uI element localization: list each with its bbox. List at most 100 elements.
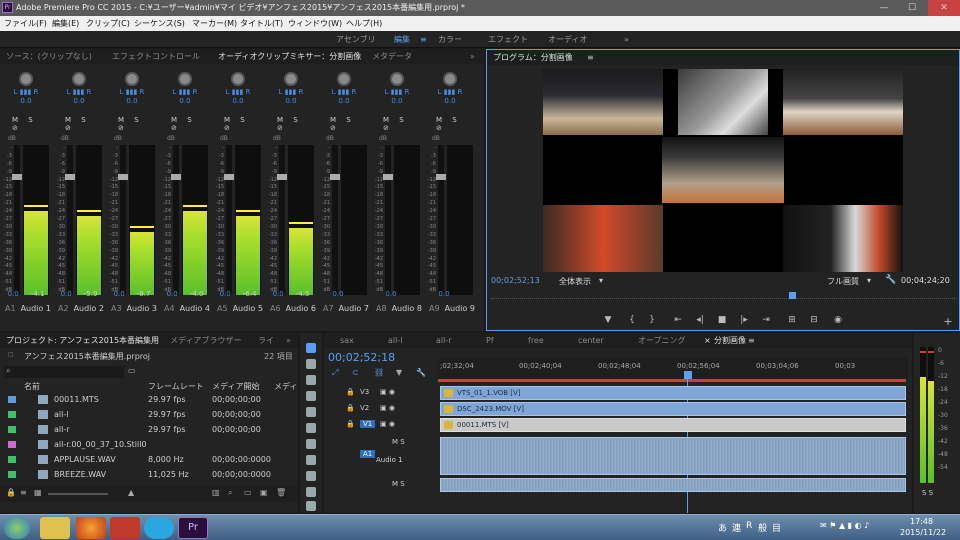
project-list-item[interactable]: all-l 29.97 fps 00;00;00;00 [0, 407, 296, 422]
track-visibility-eye-icon[interactable]: ▣ ◉ [380, 404, 395, 412]
ripple-edit-tool-icon[interactable] [306, 375, 316, 385]
trash-icon[interactable]: 🗑 [276, 488, 286, 497]
automate-icon[interactable]: ▥ [212, 488, 220, 497]
project-list-item[interactable]: APPLAUSE.WAV 8,000 Hz 00;00;00:0000 [0, 452, 296, 467]
quality-dropdown[interactable]: フル画質 [827, 276, 859, 287]
go-to-out-icon[interactable]: ⇥ [759, 315, 773, 325]
project-list-item[interactable]: BREEZE.WAV 11,025 Hz 00;00;00:0000 [0, 467, 296, 482]
mute-solo-buttons[interactable]: M S ⊘ [277, 116, 317, 132]
volume-value[interactable]: 0.0 [318, 290, 370, 298]
pan-value[interactable]: 0.0 [106, 97, 158, 105]
premiere-taskbar-icon[interactable]: Pr [178, 517, 208, 539]
button-editor-plus-icon[interactable]: + [941, 315, 955, 328]
close-button[interactable]: ✕ [928, 0, 960, 16]
volume-fader-handle[interactable] [224, 174, 234, 180]
track-visibility-eye-icon[interactable]: ▣ ◉ [380, 388, 395, 396]
pan-knob[interactable] [72, 72, 86, 86]
app-icon[interactable] [110, 517, 140, 539]
tab-project[interactable]: プロジェクト: アンフェス2015本番編集用 [6, 333, 159, 348]
volume-value[interactable]: 0.0 -4.0 [159, 290, 211, 298]
export-frame-camera-icon[interactable]: ◉ [831, 315, 845, 325]
program-timecode[interactable]: 00;02;52;13 [491, 276, 540, 285]
mute-solo-buttons[interactable]: M S ⊘ [12, 116, 52, 132]
mute-solo-buttons[interactable]: M S ⊘ [383, 116, 423, 132]
slip-tool-icon[interactable] [306, 439, 316, 449]
stop-icon[interactable]: ■ [715, 315, 729, 325]
slide-tool-icon[interactable] [306, 455, 316, 465]
pan-knob[interactable] [284, 72, 298, 86]
rate-stretch-tool-icon[interactable] [306, 407, 316, 417]
volume-fader-track[interactable] [120, 145, 126, 295]
pan-knob[interactable] [231, 72, 245, 86]
rolling-edit-tool-icon[interactable] [306, 391, 316, 401]
clock-date[interactable]: 2015/11/22 [900, 528, 946, 537]
volume-fader-track[interactable] [67, 145, 73, 295]
fit-chevron-down-icon[interactable]: ▾ [599, 276, 603, 285]
skype-icon[interactable] [144, 517, 174, 539]
zoom-tool-icon[interactable] [306, 501, 316, 511]
project-list-item[interactable]: 00011.MTS 29.97 fps 00;00;00;00 [0, 392, 296, 407]
volume-value[interactable]: 0.0 -4.5 [265, 290, 317, 298]
pan-knob[interactable] [337, 72, 351, 86]
new-item-icon[interactable]: ▣ [260, 488, 268, 497]
add-marker-icon[interactable]: ▼ [601, 315, 615, 325]
tray-icons[interactable]: ✉ ⚑ ▲ ▮ ◐ ♪ [820, 521, 869, 530]
pan-knob[interactable] [178, 72, 192, 86]
start-button-icon[interactable] [4, 517, 30, 539]
go-to-in-icon[interactable]: ⇤ [671, 315, 685, 325]
pan-knob[interactable] [390, 72, 404, 86]
track-lock-icon[interactable]: 🔒 [346, 388, 355, 396]
mark-out-icon[interactable]: } [645, 315, 659, 325]
tab-library[interactable]: ライ [258, 333, 274, 348]
column-media[interactable]: メディ [274, 381, 297, 392]
pan-value[interactable]: 0.0 [318, 97, 370, 105]
mute-solo-buttons[interactable]: M S ⊘ [224, 116, 264, 132]
fit-dropdown[interactable]: 全体表示 [559, 276, 591, 287]
firefox-icon[interactable] [76, 517, 106, 539]
wrench-icon[interactable]: 🔧 [885, 275, 896, 285]
column-frame-rate[interactable]: フレームレート [148, 381, 204, 392]
explorer-icon[interactable] [40, 517, 70, 539]
project-search-input[interactable]: ⌕ [4, 366, 124, 378]
volume-fader-track[interactable] [173, 145, 179, 295]
volume-value[interactable]: 0.0 -5.9 [53, 290, 105, 298]
volume-fader-handle[interactable] [12, 174, 22, 180]
volume-fader-track[interactable] [438, 145, 444, 295]
track-lock-icon[interactable]: 🔒 [346, 404, 355, 412]
solo-buttons[interactable]: S S [922, 489, 933, 497]
quality-chevron-down-icon[interactable]: ▾ [867, 276, 871, 285]
timeline-clip[interactable]: VTS_01_1.VOB [V] [440, 386, 906, 400]
pan-knob[interactable] [443, 72, 457, 86]
sort-icon[interactable]: ▲ [128, 488, 134, 497]
label-color-swatch[interactable] [8, 411, 16, 418]
volume-fader-handle[interactable] [65, 174, 75, 180]
pan-value[interactable]: 0.0 [424, 97, 476, 105]
column-name[interactable]: 名前 [24, 381, 40, 392]
clock-time[interactable]: 17:48 [910, 517, 933, 526]
new-bin-icon[interactable]: ▭ [244, 488, 252, 497]
volume-value[interactable]: 0.0 [424, 290, 476, 298]
timeline-clip[interactable]: DSC_2423.MOV [V] [440, 402, 906, 416]
pan-value[interactable]: 0.0 [159, 97, 211, 105]
list-view-icon[interactable]: ≡ [20, 488, 27, 497]
extract-icon[interactable]: ⊟ [807, 315, 821, 325]
volume-fader-handle[interactable] [118, 174, 128, 180]
workspace-audio[interactable]: オーディオ [548, 31, 587, 48]
pan-value[interactable]: 0.0 [212, 97, 264, 105]
mute-solo-buttons[interactable]: M S ⊘ [171, 116, 211, 132]
volume-fader-track[interactable] [332, 145, 338, 295]
timeline-clip[interactable]: 00011.MTS [V] [440, 418, 906, 432]
track-select-tool-icon[interactable] [306, 359, 316, 369]
selection-tool-icon[interactable] [306, 343, 316, 353]
minimize-button[interactable]: — [872, 0, 896, 16]
label-color-swatch[interactable] [8, 441, 16, 448]
icon-view-icon[interactable]: ▦ [34, 488, 42, 497]
project-list-item[interactable]: all-r.00_00_37_10.Still0 [0, 437, 296, 452]
find-icon[interactable]: ⌕ [228, 488, 232, 498]
pan-value[interactable]: 0.0 [371, 97, 423, 105]
label-color-swatch[interactable] [8, 396, 16, 403]
volume-value[interactable]: 0.0 -8.7 [106, 290, 158, 298]
volume-value[interactable]: 0.0 -4.1 [0, 290, 52, 298]
volume-fader-track[interactable] [14, 145, 20, 295]
track-target[interactable]: V3 [360, 388, 369, 396]
